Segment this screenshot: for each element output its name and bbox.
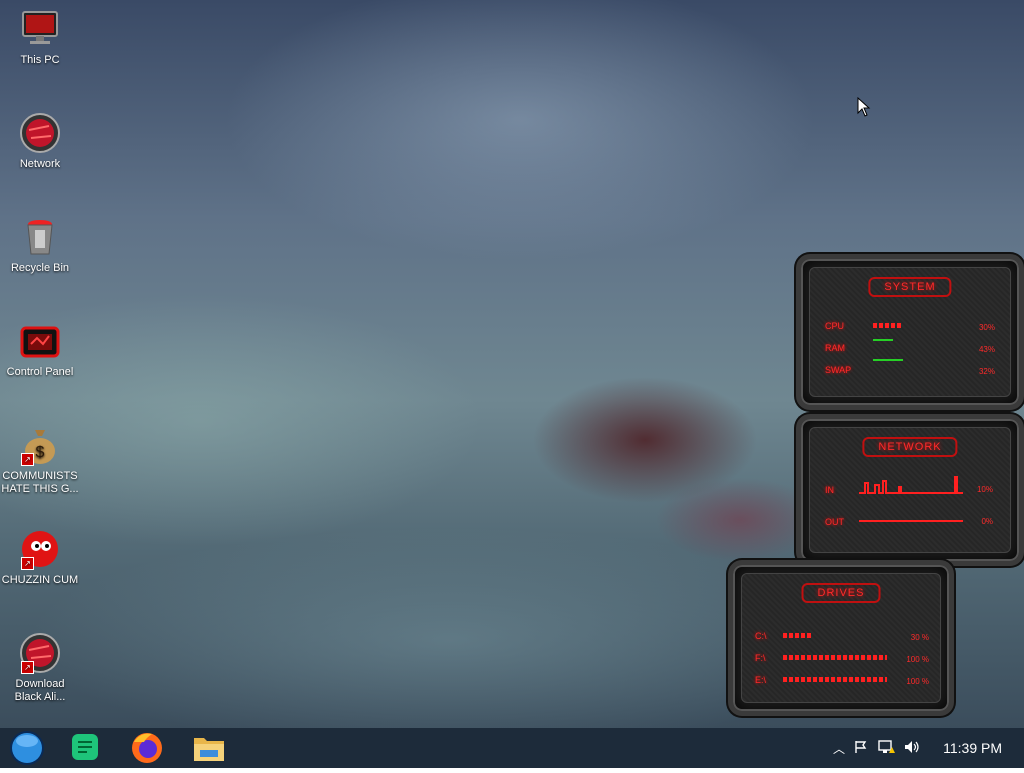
taskbar-notes-app[interactable] bbox=[62, 728, 108, 768]
desktop-icon-label: COMMUNISTS HATE THIS G... bbox=[1, 470, 79, 495]
drive-e-bar bbox=[783, 677, 887, 682]
speaker-icon[interactable] bbox=[904, 740, 922, 757]
ram-label: RAM bbox=[825, 343, 845, 353]
drive-f-bar bbox=[783, 655, 887, 660]
monitor-icon bbox=[19, 8, 61, 50]
net-in-label: IN bbox=[825, 485, 834, 495]
desktop-icon-label: This PC bbox=[20, 54, 60, 66]
net-in-value: 10% bbox=[976, 485, 993, 494]
swap-label: SWAP bbox=[825, 365, 852, 375]
net-out-value: 0% bbox=[981, 517, 993, 526]
net-out-label: OUT bbox=[825, 517, 844, 527]
swap-value: 32% bbox=[978, 367, 995, 376]
desktop-icon-label: Recycle Bin bbox=[10, 262, 70, 274]
ram-value: 43% bbox=[978, 345, 995, 354]
drive-f-label: F:\ bbox=[755, 653, 766, 663]
net-in-graph bbox=[859, 476, 963, 494]
action-center-flag-icon[interactable] bbox=[854, 740, 872, 757]
desktop-icon-download[interactable]: ↗ Download Black Ali... bbox=[1, 632, 79, 704]
notes-app-icon bbox=[72, 734, 98, 760]
desktop-wallpaper[interactable]: This PC Network Recycle Bin Control Pane… bbox=[0, 0, 1024, 728]
firefox-icon bbox=[132, 733, 162, 763]
start-button[interactable] bbox=[4, 728, 50, 768]
shortcut-arrow-icon: ↗ bbox=[21, 661, 34, 674]
ram-bar bbox=[873, 339, 893, 341]
network-monitor-gadget[interactable]: NETWORK IN 10% OUT 0% bbox=[796, 414, 1024, 566]
gadget-title: SYSTEM bbox=[868, 277, 952, 297]
control-panel-icon bbox=[19, 320, 61, 362]
desktop-icon-communists[interactable]: $ ↗ COMMUNISTS HATE THIS G... bbox=[1, 424, 79, 496]
chevron-up-icon[interactable]: ︿ bbox=[830, 740, 848, 757]
desktop-icon-label: CHUZZIN CUM bbox=[1, 574, 79, 586]
drive-c-bar bbox=[783, 633, 813, 638]
system-tray: ︿ bbox=[830, 728, 926, 768]
desktop-icon-label: Download Black Ali... bbox=[14, 678, 66, 703]
desktop-icon-chuzzin[interactable]: ↗ CHUZZIN CUM bbox=[1, 528, 79, 587]
desktop-icon-recycle-bin[interactable]: Recycle Bin bbox=[1, 216, 79, 275]
shortcut-arrow-icon: ↗ bbox=[21, 557, 34, 570]
desktop-icon-label: Control Panel bbox=[6, 366, 74, 378]
gadget-title: DRIVES bbox=[801, 583, 881, 603]
start-orb-icon bbox=[10, 731, 44, 765]
cpu-label: CPU bbox=[825, 321, 845, 331]
desktop-icon-control-panel[interactable]: Control Panel bbox=[1, 320, 79, 379]
mouse-cursor-icon bbox=[857, 97, 871, 117]
cpu-bar bbox=[873, 323, 903, 328]
gadget-title: NETWORK bbox=[862, 437, 958, 457]
desktop-icon-label: Network bbox=[19, 158, 61, 170]
cpu-value: 30% bbox=[978, 323, 995, 332]
money-bag-icon: $ ↗ bbox=[19, 424, 61, 466]
taskbar-firefox[interactable] bbox=[124, 728, 170, 768]
drives-monitor-gadget[interactable]: DRIVES C:\ 30 % F:\ 100 % E:\ 100 % bbox=[728, 560, 954, 716]
desktop-icon-this-pc[interactable]: This PC bbox=[1, 8, 79, 67]
file-explorer-icon bbox=[194, 738, 224, 761]
network-globe-icon: ↗ bbox=[19, 632, 61, 674]
drive-c-value: 30 % bbox=[910, 633, 929, 642]
drive-f-value: 100 % bbox=[906, 655, 929, 664]
drive-e-value: 100 % bbox=[906, 677, 929, 686]
network-globe-icon bbox=[19, 112, 61, 154]
shortcut-arrow-icon: ↗ bbox=[21, 453, 34, 466]
red-chuzzle-icon: ↗ bbox=[19, 528, 61, 570]
system-monitor-gadget[interactable]: SYSTEM CPU 30% RAM 43% SWAP 32% bbox=[796, 254, 1024, 410]
network-warning-icon[interactable] bbox=[878, 739, 898, 757]
drive-e-label: E:\ bbox=[755, 675, 767, 685]
taskbar-file-explorer[interactable] bbox=[186, 728, 232, 768]
desktop-icon-network[interactable]: Network bbox=[1, 112, 79, 171]
swap-bar bbox=[873, 359, 903, 361]
drive-c-label: C:\ bbox=[755, 631, 767, 641]
svg-text:$: $ bbox=[36, 444, 45, 461]
taskbar-clock[interactable]: 11:39 PM bbox=[943, 740, 1002, 756]
taskbar: ︿ 11:39 PM bbox=[0, 728, 1024, 768]
recycle-bin-icon bbox=[19, 216, 61, 258]
net-out-graph bbox=[859, 520, 963, 522]
